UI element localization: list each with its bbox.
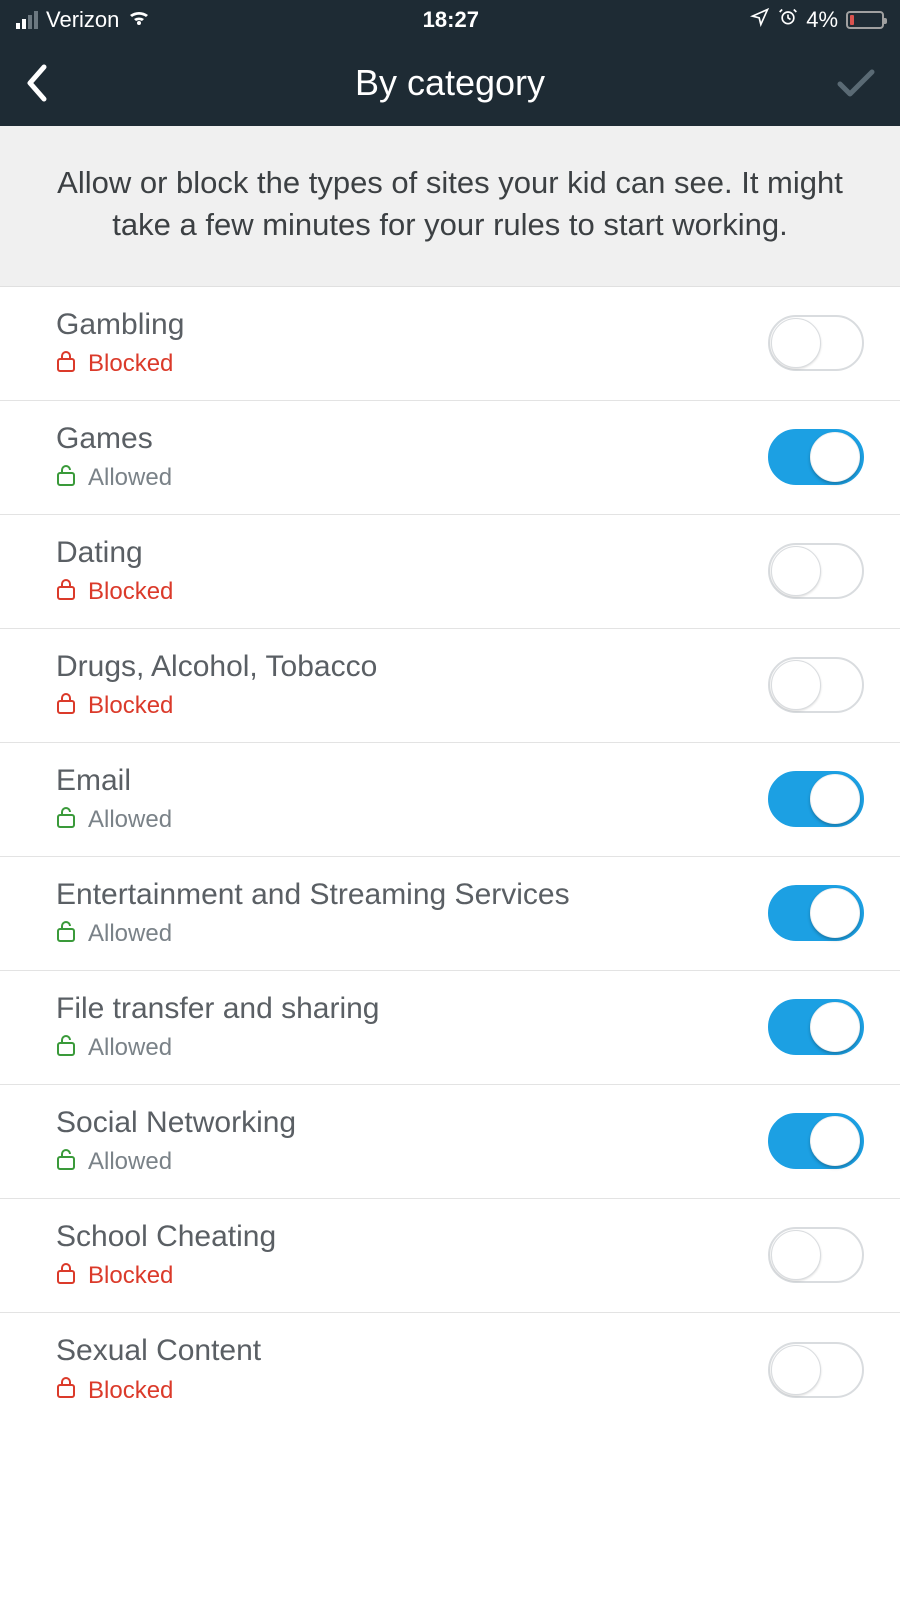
unlock-icon xyxy=(56,1034,76,1063)
lock-icon xyxy=(56,350,76,379)
status-label: Blocked xyxy=(88,1262,173,1290)
category-name: Entertainment and Streaming Services xyxy=(56,878,570,912)
category-info: Gambling Blocked xyxy=(56,308,184,379)
category-list: Gambling Blocked Games Allowed Dating Blocked… xyxy=(0,287,900,1427)
status-bar: Verizon 18:27 4% xyxy=(0,0,900,40)
battery-icon xyxy=(846,11,884,29)
category-row: School Cheating Blocked xyxy=(0,1199,900,1313)
unlock-icon xyxy=(56,806,76,835)
status-label: Allowed xyxy=(88,920,172,948)
status-label: Allowed xyxy=(88,1034,172,1062)
category-name: Dating xyxy=(56,536,173,570)
category-toggle[interactable] xyxy=(768,999,864,1055)
category-row: Drugs, Alcohol, Tobacco Blocked xyxy=(0,629,900,743)
category-info: Entertainment and Streaming Services Allo… xyxy=(56,878,570,949)
status-label: Allowed xyxy=(88,464,172,492)
page-description: Allow or block the types of sites your k… xyxy=(0,126,900,287)
unlock-icon xyxy=(56,464,76,493)
category-info: Email Allowed xyxy=(56,764,172,835)
category-status: Allowed xyxy=(56,1148,296,1177)
status-label: Blocked xyxy=(88,1377,173,1405)
category-name: Sexual Content xyxy=(56,1334,261,1368)
category-name: File transfer and sharing xyxy=(56,992,380,1026)
category-row: Entertainment and Streaming Services Allo… xyxy=(0,857,900,971)
category-name: Gambling xyxy=(56,308,184,342)
category-row: Dating Blocked xyxy=(0,515,900,629)
category-info: Dating Blocked xyxy=(56,536,173,607)
category-row: Email Allowed xyxy=(0,743,900,857)
category-info: School Cheating Blocked xyxy=(56,1220,276,1291)
unlock-icon xyxy=(56,1148,76,1177)
category-status: Allowed xyxy=(56,806,172,835)
category-name: School Cheating xyxy=(56,1220,276,1254)
category-status: Allowed xyxy=(56,1034,380,1063)
status-time: 18:27 xyxy=(423,7,479,33)
category-name: Games xyxy=(56,422,172,456)
category-status: Blocked xyxy=(56,1262,276,1291)
category-info: File transfer and sharing Allowed xyxy=(56,992,380,1063)
category-toggle[interactable] xyxy=(768,885,864,941)
lock-icon xyxy=(56,578,76,607)
category-name: Email xyxy=(56,764,172,798)
nav-bar: By category xyxy=(0,40,900,126)
signal-icon xyxy=(16,11,38,29)
category-info: Sexual Content Blocked xyxy=(56,1334,261,1405)
lock-icon xyxy=(56,692,76,721)
category-row: File transfer and sharing Allowed xyxy=(0,971,900,1085)
category-toggle[interactable] xyxy=(768,657,864,713)
alarm-icon xyxy=(778,7,798,33)
unlock-icon xyxy=(56,920,76,949)
status-right: 4% xyxy=(750,7,884,33)
location-icon xyxy=(750,7,770,33)
category-status: Blocked xyxy=(56,350,184,379)
category-row: Social Networking Allowed xyxy=(0,1085,900,1199)
status-label: Blocked xyxy=(88,692,173,720)
carrier-label: Verizon xyxy=(46,7,119,33)
status-label: Allowed xyxy=(88,806,172,834)
status-label: Blocked xyxy=(88,350,173,378)
category-info: Drugs, Alcohol, Tobacco Blocked xyxy=(56,650,377,721)
category-row: Games Allowed xyxy=(0,401,900,515)
category-toggle[interactable] xyxy=(768,1342,864,1398)
category-toggle[interactable] xyxy=(768,1227,864,1283)
status-left: Verizon xyxy=(16,7,151,33)
category-toggle[interactable] xyxy=(768,1113,864,1169)
lock-icon xyxy=(56,1376,76,1405)
category-status: Blocked xyxy=(56,692,377,721)
category-name: Drugs, Alcohol, Tobacco xyxy=(56,650,377,684)
category-toggle[interactable] xyxy=(768,543,864,599)
category-status: Allowed xyxy=(56,920,570,949)
category-row: Sexual Content Blocked xyxy=(0,1313,900,1427)
confirm-button[interactable] xyxy=(826,68,876,98)
category-name: Social Networking xyxy=(56,1106,296,1140)
battery-percent: 4% xyxy=(806,7,838,33)
category-toggle[interactable] xyxy=(768,315,864,371)
status-label: Blocked xyxy=(88,578,173,606)
page-title: By category xyxy=(74,62,826,104)
category-info: Social Networking Allowed xyxy=(56,1106,296,1177)
category-row: Gambling Blocked xyxy=(0,287,900,401)
category-status: Blocked xyxy=(56,1376,261,1405)
category-status: Blocked xyxy=(56,578,173,607)
category-status: Allowed xyxy=(56,464,172,493)
category-toggle[interactable] xyxy=(768,429,864,485)
category-info: Games Allowed xyxy=(56,422,172,493)
status-label: Allowed xyxy=(88,1148,172,1176)
wifi-icon xyxy=(127,7,151,33)
category-toggle[interactable] xyxy=(768,771,864,827)
lock-icon xyxy=(56,1262,76,1291)
back-button[interactable] xyxy=(24,63,74,103)
